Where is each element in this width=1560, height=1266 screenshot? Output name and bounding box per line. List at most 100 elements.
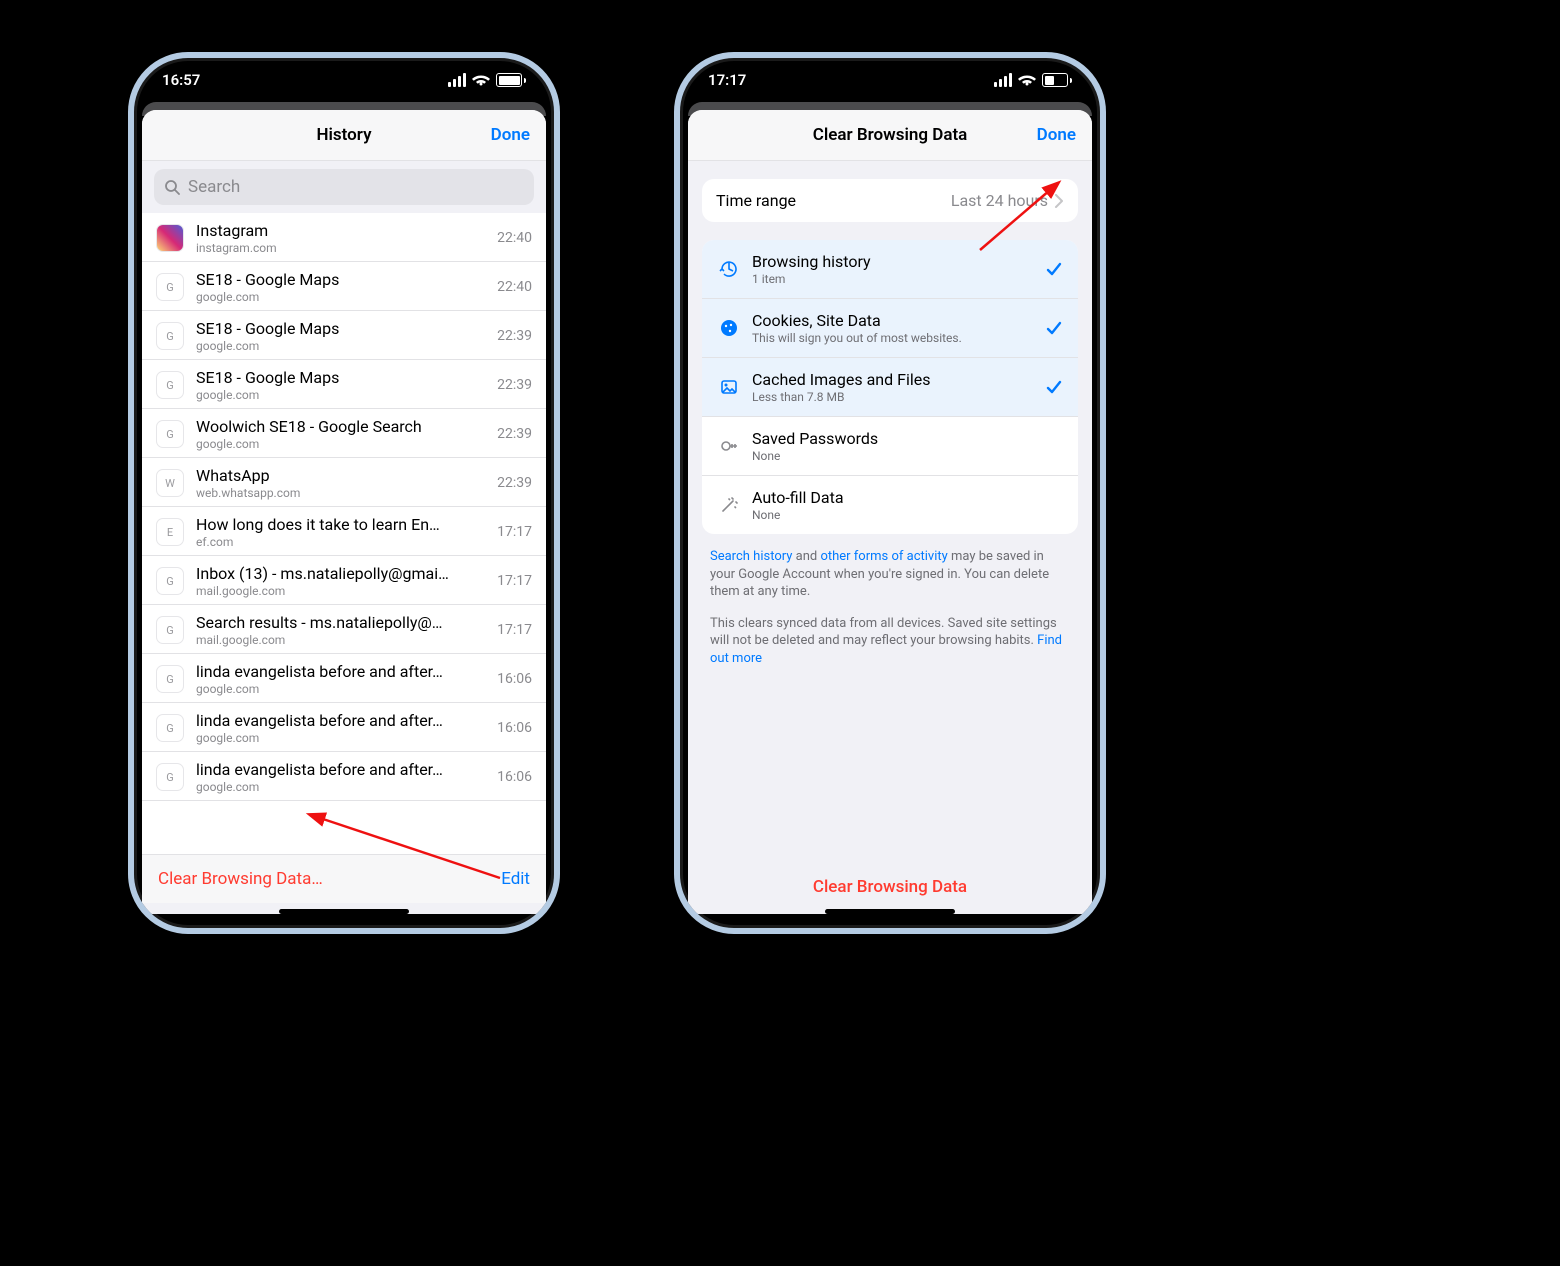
done-button[interactable]: Done: [1037, 125, 1076, 145]
option-title: Auto-fill Data: [752, 488, 844, 507]
checkmark-icon: [1044, 318, 1064, 338]
history-time: 17:17: [497, 573, 532, 589]
search-history-link[interactable]: Search history: [710, 549, 792, 564]
site-letter-icon: E: [156, 518, 184, 546]
status-bar: 17:17: [680, 58, 1100, 102]
search-placeholder: Search: [188, 177, 240, 197]
history-domain: google.com: [196, 780, 485, 794]
history-time: 16:06: [497, 769, 532, 785]
option-sub: None: [752, 508, 844, 522]
history-time: 22:39: [497, 377, 532, 393]
history-domain: google.com: [196, 682, 485, 696]
history-row[interactable]: G SE18 - Google Mapsgoogle.com 22:39: [142, 360, 546, 409]
data-type-cell[interactable]: Cached Images and FilesLess than 7.8 MB: [702, 358, 1078, 417]
done-button[interactable]: Done: [491, 125, 530, 145]
option-title: Cached Images and Files: [752, 370, 930, 389]
history-row[interactable]: Glinda evangelista before and after…goog…: [142, 752, 546, 801]
history-domain: google.com: [196, 339, 485, 353]
data-types-card: Browsing history1 itemCookies, Site Data…: [702, 240, 1078, 534]
wifi-icon: [472, 73, 490, 87]
phone-clear-data: 17:17 Clear Browsing Data Done Time rang…: [674, 52, 1106, 934]
site-letter-icon: G: [156, 665, 184, 693]
nav-title: History: [316, 125, 371, 145]
history-time: 22:40: [497, 230, 532, 246]
battery-icon: [496, 73, 526, 87]
status-time: 17:17: [708, 71, 746, 89]
history-domain: google.com: [196, 388, 485, 402]
edit-button[interactable]: Edit: [501, 869, 530, 889]
history-icon: [716, 259, 742, 279]
data-type-cell[interactable]: Cookies, Site DataThis will sign you out…: [702, 299, 1078, 358]
clear-data-sheet: Clear Browsing Data Done Time range Last…: [688, 110, 1092, 914]
site-letter-icon: G: [156, 714, 184, 742]
history-row[interactable]: GWoolwich SE18 - Google Searchgoogle.com…: [142, 409, 546, 458]
instagram-icon: [156, 224, 184, 252]
history-title: Woolwich SE18 - Google Search: [196, 417, 485, 436]
status-bar: 16:57: [134, 58, 554, 102]
history-time: 16:06: [497, 671, 532, 687]
option-sub: 1 item: [752, 272, 871, 286]
history-domain: google.com: [196, 290, 485, 304]
home-indicator[interactable]: [825, 909, 955, 914]
history-row[interactable]: GSE18 - Google Mapsgoogle.com22:39: [142, 311, 546, 360]
history-row[interactable]: Instagraminstagram.com 22:40: [142, 213, 546, 262]
history-row[interactable]: E How long does it take to learn En…ef.co…: [142, 507, 546, 556]
status-time: 16:57: [162, 71, 200, 89]
history-row[interactable]: Glinda evangelista before and after…goog…: [142, 703, 546, 752]
history-title: How long does it take to learn En…: [196, 515, 485, 534]
signal-icon: [448, 73, 466, 87]
history-title: Inbox (13) - ms.nataliepolly@gmai…: [196, 564, 485, 583]
site-letter-icon: G: [156, 322, 184, 350]
history-domain: ef.com: [196, 535, 485, 549]
toolbar: Clear Browsing Data… Edit: [142, 854, 546, 903]
image-icon: [716, 377, 742, 397]
home-indicator[interactable]: [279, 909, 409, 914]
history-row[interactable]: Glinda evangelista before and after…goog…: [142, 654, 546, 703]
site-letter-icon: G: [156, 763, 184, 791]
history-time: 22:39: [497, 426, 532, 442]
search-input[interactable]: Search: [154, 169, 534, 205]
history-title: linda evangelista before and after…: [196, 662, 485, 681]
history-domain: mail.google.com: [196, 633, 485, 647]
option-title: Cookies, Site Data: [752, 311, 962, 330]
search-icon: [164, 179, 180, 195]
site-letter-icon: G: [156, 371, 184, 399]
history-row[interactable]: G SE18 - Google Mapsgoogle.com 22:40: [142, 262, 546, 311]
history-list[interactable]: Instagraminstagram.com 22:40 G SE18 - Googl…: [142, 213, 546, 854]
other-activity-link[interactable]: other forms of activity: [820, 549, 947, 564]
history-time: 17:17: [497, 622, 532, 638]
history-domain: mail.google.com: [196, 584, 485, 598]
history-time: 22:39: [497, 328, 532, 344]
footnote-sync: This clears synced data from all devices…: [688, 601, 1092, 668]
site-letter-icon: G: [156, 273, 184, 301]
history-domain: web.whatsapp.com: [196, 486, 485, 500]
history-sheet: History Done Search Instagraminstagram.c…: [142, 110, 546, 914]
clear-browsing-data-button[interactable]: Clear Browsing Data…: [158, 869, 323, 889]
history-row[interactable]: GInbox (13) - ms.nataliepolly@gmai…mail.…: [142, 556, 546, 605]
history-title: SE18 - Google Maps: [196, 270, 485, 289]
cookie-icon: [716, 318, 742, 338]
history-row[interactable]: GSearch results - ms.nataliepolly@…mail.…: [142, 605, 546, 654]
history-time: 22:40: [497, 279, 532, 295]
option-title: Saved Passwords: [752, 429, 878, 448]
navbar: Clear Browsing Data Done: [688, 110, 1092, 161]
scroll-body[interactable]: Time range Last 24 hours Browsing histor…: [688, 161, 1092, 859]
data-type-cell[interactable]: Auto-fill DataNone: [702, 476, 1078, 534]
history-title: linda evangelista before and after…: [196, 711, 485, 730]
clear-browsing-data-button[interactable]: Clear Browsing Data: [688, 859, 1092, 903]
history-title: Search results - ms.nataliepolly@…: [196, 613, 485, 632]
data-type-cell[interactable]: Saved PasswordsNone: [702, 417, 1078, 476]
site-letter-icon: G: [156, 420, 184, 448]
time-range-cell[interactable]: Time range Last 24 hours: [702, 179, 1078, 222]
history-title: SE18 - Google Maps: [196, 368, 485, 387]
history-title: Instagram: [196, 221, 485, 240]
wand-icon: [716, 495, 742, 515]
checkmark-icon: [1044, 377, 1064, 397]
data-type-cell[interactable]: Browsing history1 item: [702, 240, 1078, 299]
history-time: 22:39: [497, 475, 532, 491]
wifi-icon: [1018, 73, 1036, 87]
time-range-value: Last 24 hours: [951, 191, 1048, 210]
history-domain: instagram.com: [196, 241, 485, 255]
history-row[interactable]: WWhatsAppweb.whatsapp.com22:39: [142, 458, 546, 507]
time-range-card: Time range Last 24 hours: [702, 179, 1078, 222]
